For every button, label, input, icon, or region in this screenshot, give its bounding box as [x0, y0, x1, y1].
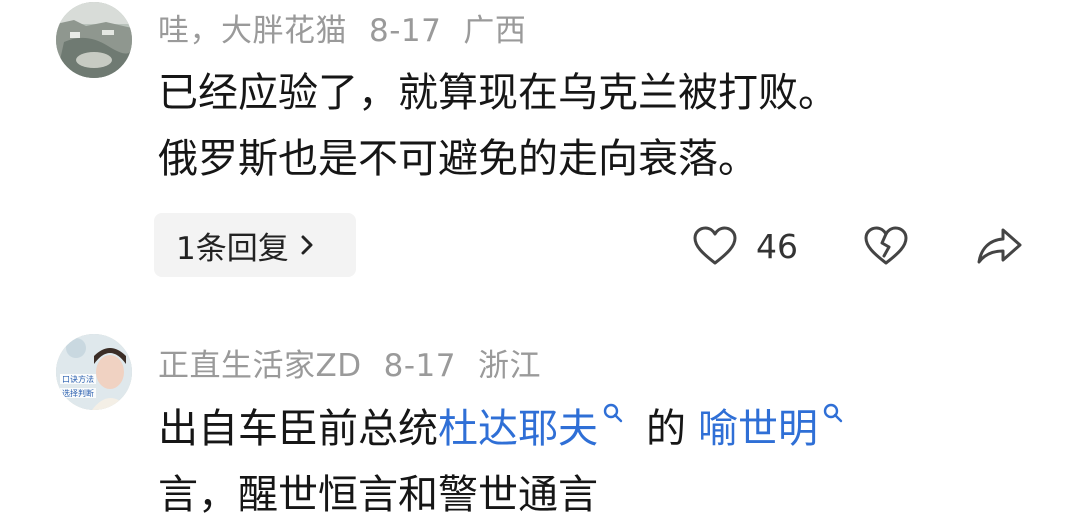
search-icon — [823, 403, 843, 423]
link-text: 喻世明 — [698, 406, 818, 452]
like-count: 46 — [756, 226, 798, 266]
avatar[interactable]: 口诀方法 选择判断 — [56, 334, 132, 410]
chevron-right-icon — [301, 235, 313, 255]
search-link-yushiming[interactable]: 喻世明 — [698, 403, 866, 452]
share-button[interactable] — [975, 220, 1023, 272]
comment-line: 已经应验了，就算现在乌克兰被打败。 — [158, 70, 838, 116]
comment-item: 哇，大胖花猫 8-17 广西 已经应验了，就算现在乌克兰被打败。 俄罗斯也是不可避免… — [0, 0, 1080, 300]
comment-text-fragment: 的 — [646, 406, 686, 452]
comment-text: 出自车臣前总统杜达耶夫 的喻世明 言，醒世恒言和警世通言 — [158, 396, 1058, 528]
comment-item: 口诀方法 选择判断 正直生活家ZD 8-17 浙江 出自车臣前总统杜达耶夫的喻世明 … — [0, 322, 1080, 518]
comment-line: 俄罗斯也是不可避免的走向衰落。 — [158, 136, 758, 182]
comment-location: 广西 — [463, 13, 527, 49]
comment-date: 8-17 — [383, 348, 456, 384]
comment-meta: 哇，大胖花猫 8-17 广西 — [158, 5, 548, 50]
comment-line: 言，醒世恒言和警世通言 — [158, 472, 598, 518]
heart-icon — [693, 226, 737, 265]
view-replies-button[interactable]: 1条回复 — [154, 213, 356, 277]
broken-heart-icon — [864, 226, 908, 265]
reply-count-label: 1条回复 — [176, 230, 289, 267]
search-link-dudayev[interactable]: 杜达耶夫 — [438, 403, 646, 452]
link-text: 杜达耶夫 — [438, 406, 598, 452]
comment-meta: 正直生活家ZD 8-17 浙江 — [158, 340, 563, 385]
like-button[interactable]: 46 — [692, 220, 798, 272]
avatar-caption: 口诀方法 — [62, 374, 94, 384]
comment-location: 浙江 — [477, 348, 541, 384]
username[interactable]: 哇，大胖花猫 — [158, 13, 347, 49]
dislike-button[interactable] — [862, 220, 910, 272]
comment-line: 出自车臣前总统杜达耶夫 的喻世明 — [158, 396, 1058, 462]
comment-text: 已经应验了，就算现在乌克兰被打败。 俄罗斯也是不可避免的走向衰落。 — [158, 60, 1058, 192]
comment-text-fragment: 出自车臣前总统 — [158, 406, 438, 452]
comment-date: 8-17 — [369, 13, 442, 49]
search-icon — [603, 403, 623, 423]
avatar-caption: 选择判断 — [62, 388, 94, 398]
avatar[interactable] — [56, 2, 132, 78]
share-icon — [977, 228, 1022, 264]
username[interactable]: 正直生活家ZD — [158, 348, 362, 384]
